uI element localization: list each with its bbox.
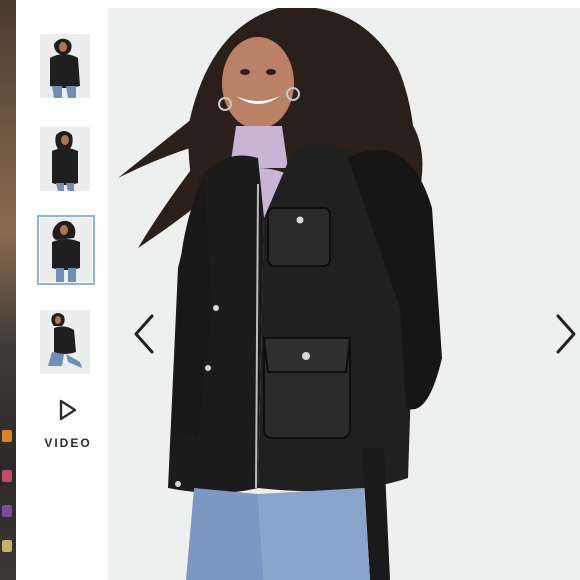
thumbnail-1[interactable] [40, 34, 90, 98]
thumbnail-4[interactable] [40, 310, 90, 374]
background-edge [0, 0, 16, 580]
chevron-right-icon[interactable] [552, 312, 580, 356]
thumbnail-rail: VIDEO [16, 0, 108, 580]
video-button[interactable]: VIDEO [38, 398, 98, 458]
product-gallery: VIDEO [0, 0, 580, 580]
video-label: VIDEO [44, 436, 92, 450]
main-product-image [108, 8, 580, 580]
chevron-left-icon[interactable] [130, 312, 158, 356]
thumbnail-3-selected[interactable] [37, 215, 95, 285]
play-icon [59, 399, 77, 421]
thumbnail-2[interactable] [40, 127, 90, 191]
